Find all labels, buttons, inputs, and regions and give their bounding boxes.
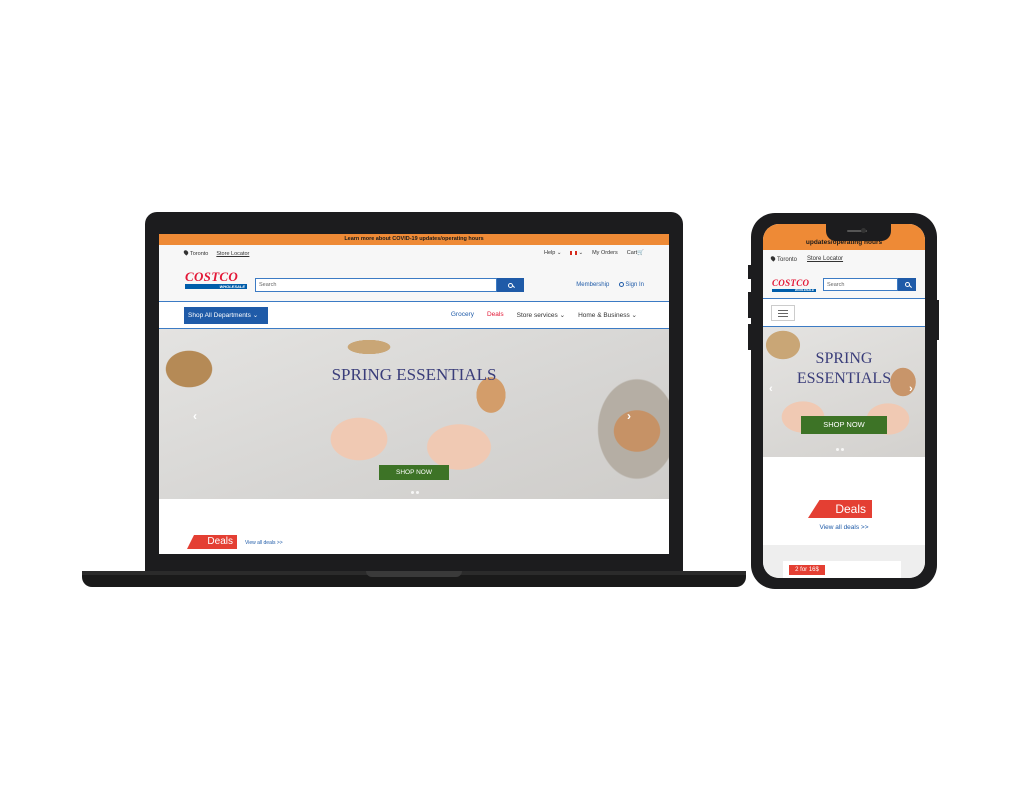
hero-title: SPRING ESSENTIALS [331,365,497,384]
search-input[interactable]: Search [823,278,898,291]
shop-all-label: Shop All Departments [188,312,251,319]
search-icon [904,282,910,287]
hero-title-line2: ESSENTIALS [796,370,892,387]
phone-side-button [936,300,939,340]
logo-subtext: WHOLESALE [772,289,816,292]
search-input[interactable]: Search [255,278,497,292]
deal-cards: 2 for 16$ [763,545,925,578]
store-locator-link[interactable]: Store Locator [807,256,843,263]
hero-title: SPRING ESSENTIALS [763,349,925,389]
cart-label: Cart [626,250,638,256]
shop-now-button[interactable]: SHOP NOW [379,465,449,480]
logo-wordmark: COSTCO [185,269,239,284]
nav-home-business-label: Home & Business [578,312,630,319]
hero-carousel: SPRING ESSENTIALS ‹ › SHOP NOW [159,329,669,499]
arrow-right-icon[interactable]: › [627,409,631,423]
arrow-right-icon[interactable]: › [909,383,913,395]
location[interactable]: Toronto [182,249,209,257]
deal-card[interactable]: 2 for 16$ [783,561,901,578]
carousel-dot[interactable] [411,491,414,494]
hero-title-line1: SPRING [815,350,873,367]
utility-bar: Toronto Store Locator [763,250,925,270]
chevron-down-icon: ⌄ [578,250,584,256]
main-nav: Shop All Departments ⌄ Grocery Deals Sto… [159,302,669,329]
view-all-deals-link[interactable]: View all deals >> [763,524,925,531]
utility-bar: Toronto Store Locator Help ⌄ ⌄ My Orders… [159,245,669,262]
help-label: Help [544,250,556,256]
costco-logo[interactable]: COSTCO WHOLESALE [772,279,816,297]
cart-icon: 🛒 [637,250,644,256]
canada-flag-icon [570,250,578,255]
nav-home-business[interactable]: Home & Business ⌄ [578,311,637,319]
deals-heading: Deals [808,500,872,518]
laptop-hinge-notch [366,571,462,577]
view-all-deals-link[interactable]: View all deals >> [245,540,283,546]
country-selector[interactable]: ⌄ [570,250,583,256]
phone-screen: updates/operating hours Toronto Store Lo… [763,224,925,578]
nav-deals[interactable]: Deals [487,311,504,319]
membership-link[interactable]: Membership [576,282,609,288]
promo-badge: 2 for 16$ [789,565,825,575]
cart-link[interactable]: Cart🛒 [627,250,644,256]
laptop-screen: Learn more about COVID-19 updates/operat… [159,234,669,554]
location[interactable]: Toronto [769,255,798,263]
location-label: Toronto [777,257,798,263]
chevron-down-icon: ⌄ [556,250,562,256]
camera [861,228,866,233]
carousel-dot[interactable] [841,448,844,451]
carousel-dots [836,448,844,451]
deals-section: Deals View all deals >> [763,457,925,545]
sign-in-label: Sign In [625,282,644,288]
phone-side-button [748,265,751,279]
nav-grocery[interactable]: Grocery [451,311,474,319]
chevron-down-icon: ⌄ [631,312,637,319]
chevron-down-icon: ⌄ [252,312,259,319]
shop-all-departments-button[interactable]: Shop All Departments ⌄ [184,307,268,324]
nav-store-services-label: Store services [516,312,558,319]
carousel-dots [411,491,419,494]
help-menu[interactable]: Help ⌄ [544,250,561,256]
location-label: Toronto [190,251,209,257]
phone-notch [826,224,891,241]
phone-side-button [748,324,751,350]
carousel-dot[interactable] [836,448,839,451]
search-button[interactable] [497,278,524,292]
header: COSTCO WHOLESALE Search [763,270,925,299]
location-pin-icon [769,255,777,262]
deals-section: Deals View all deals >> [159,499,669,554]
search-icon [508,282,513,288]
logo-subtext: WHOLESALE [185,284,247,289]
covid-banner[interactable]: Learn more about COVID-19 updates/operat… [159,234,669,245]
store-locator-link[interactable]: Store Locator [216,251,249,257]
hamburger-menu-icon[interactable] [771,305,795,321]
main-nav [763,299,925,327]
chevron-down-icon: ⌄ [559,312,566,319]
phone-side-button [748,292,751,318]
deals-heading: Deals [187,535,237,549]
hero-carousel: SPRING ESSENTIALS ‹ › SHOP NOW [763,327,925,457]
costco-logo[interactable]: COSTCO WHOLESALE [185,269,247,289]
location-pin-icon [182,249,190,256]
arrow-left-icon[interactable]: ‹ [769,383,773,395]
nav-store-services[interactable]: Store services ⌄ [517,311,565,319]
sign-in-link[interactable]: Sign In [619,282,644,288]
logo-wordmark: COSTCO [772,278,810,288]
shop-now-button[interactable]: SHOP NOW [801,416,887,434]
user-icon [619,282,625,287]
carousel-dot[interactable] [416,491,419,494]
search-button[interactable] [898,278,916,291]
my-orders-link[interactable]: My Orders [592,250,618,256]
header: COSTCO WHOLESALE Search Membership Sign … [159,262,669,302]
arrow-left-icon[interactable]: ‹ [193,409,197,423]
